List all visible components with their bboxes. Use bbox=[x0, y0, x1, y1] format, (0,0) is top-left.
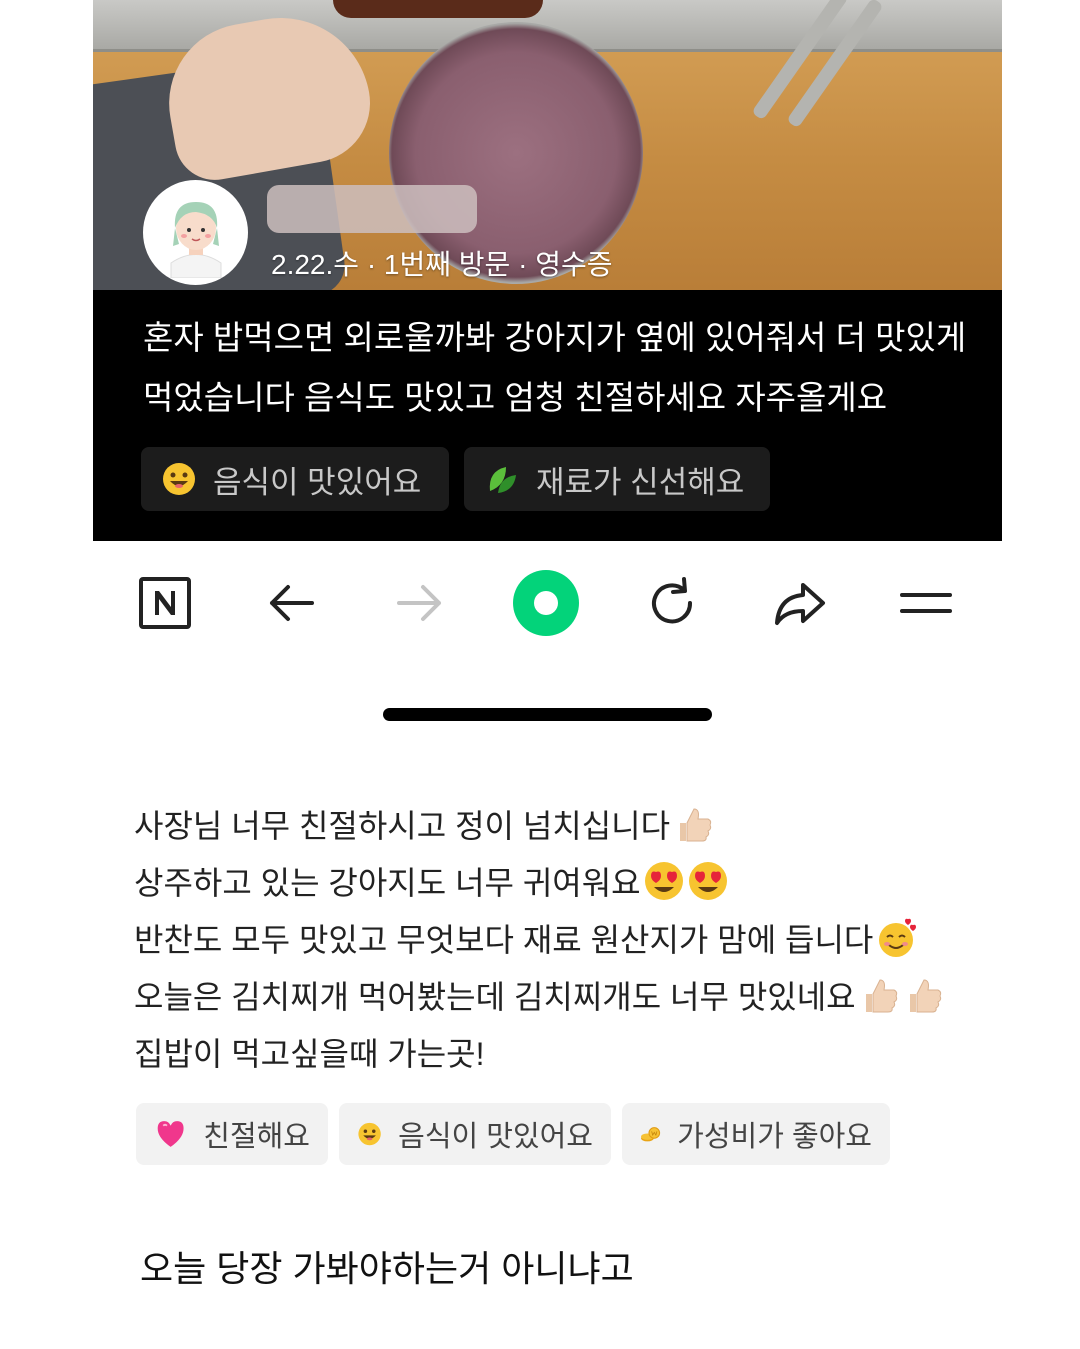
forward-button[interactable] bbox=[376, 560, 462, 646]
avatar-icon bbox=[151, 188, 240, 278]
share-button[interactable] bbox=[756, 560, 842, 646]
caption-text: 오늘 당장 가봐야하는거 아니냐고 bbox=[140, 1248, 634, 1289]
forward-arrow-icon bbox=[397, 585, 441, 621]
review-line-text: 오늘은 김치찌개 먹어봤는데 김치찌개도 너무 맛있네요 bbox=[134, 979, 856, 1015]
coins-icon bbox=[641, 1127, 661, 1142]
leaf-icon bbox=[489, 467, 516, 493]
keyword-chip-tasty[interactable]: 음식이 맛있어요 bbox=[141, 447, 449, 511]
keyword-chip-fresh[interactable]: 재료가 신선해요 bbox=[464, 447, 770, 511]
review-line-text: 상주하고 있는 강아지도 너무 귀여워요 bbox=[134, 865, 641, 901]
avatar[interactable] bbox=[143, 180, 248, 285]
soup-bowl bbox=[333, 0, 543, 18]
naver-home-button[interactable] bbox=[122, 560, 208, 646]
review-line: 상주하고 있는 강아지도 너무 귀여워요 bbox=[134, 855, 1034, 912]
thumbs-up-icon bbox=[909, 979, 941, 1013]
review-line-text: 사장님 너무 친절하시고 정이 넘치십니다 bbox=[134, 808, 671, 844]
back-arrow-icon bbox=[270, 585, 314, 621]
chip-label: 친절해요 bbox=[203, 1121, 310, 1153]
keyword-chip-kind[interactable]: 친절해요 bbox=[136, 1103, 328, 1165]
review-line: 오늘은 김치찌개 먹어봤는데 김치찌개도 너무 맛있네요 bbox=[134, 969, 1034, 1026]
naver-n-icon bbox=[139, 577, 191, 629]
review-text: 혼자 밥먹으면 외로울까봐 강아지가 옆에 있어줘서 더 맛있게 먹었습니다 음… bbox=[143, 308, 983, 428]
second-review-text: 사장님 너무 친절하시고 정이 넘치십니다 상주하고 있는 강아지도 너무 귀여… bbox=[134, 798, 1034, 1083]
home-indicator[interactable] bbox=[383, 708, 712, 721]
smiling-hearts-icon bbox=[879, 918, 917, 957]
review-line: 사장님 너무 친절하시고 정이 넘치십니다 bbox=[134, 798, 1034, 855]
back-button[interactable] bbox=[249, 560, 335, 646]
chip-label: 재료가 신선해요 bbox=[536, 464, 745, 500]
share-icon bbox=[775, 583, 825, 625]
review-line-text: 집밥이 먹고싶을때 가는곳! bbox=[134, 1036, 485, 1072]
refresh-icon bbox=[652, 577, 693, 624]
smiley-face-icon bbox=[358, 1122, 381, 1146]
review-line: 반찬도 모두 맛있고 무엇보다 재료 원산지가 맘에 듭니다 bbox=[134, 912, 1034, 969]
food-photo[interactable]: 2.22.수 · 1번째 방문 · 영수증 bbox=[93, 0, 1002, 290]
browser-toolbar bbox=[93, 560, 1002, 646]
top-review-card: 2.22.수 · 1번째 방문 · 영수증 혼자 밥먹으면 외로울까봐 강아지가… bbox=[93, 0, 1002, 541]
green-home-icon bbox=[513, 570, 579, 636]
green-home-button[interactable] bbox=[503, 560, 589, 646]
smiley-face-icon bbox=[163, 463, 195, 495]
review-line: 혼자 밥먹으면 외로울까봐 강아지가 옆에 있어줘서 더 맛있게 bbox=[143, 319, 967, 356]
menu-button[interactable] bbox=[883, 560, 969, 646]
heart-eyes-icon bbox=[644, 862, 683, 900]
blurred-username bbox=[267, 185, 477, 233]
review-line-text: 반찬도 모두 맛있고 무엇보다 재료 원산지가 맘에 듭니다 bbox=[134, 922, 874, 958]
heart-eyes-icon bbox=[688, 862, 727, 900]
keyword-chip-tasty[interactable]: 음식이 맛있어요 bbox=[339, 1103, 611, 1165]
thumbs-up-icon bbox=[865, 979, 897, 1013]
chip-label: 음식이 맛있어요 bbox=[398, 1121, 593, 1153]
chip-label: 음식이 맛있어요 bbox=[213, 464, 422, 500]
visit-meta: 2.22.수 · 1번째 방문 · 영수증 bbox=[271, 249, 613, 280]
chip-label: 가성비가 좋아요 bbox=[677, 1121, 872, 1153]
thumbs-up-icon bbox=[680, 808, 712, 842]
refresh-button[interactable] bbox=[629, 560, 715, 646]
keyword-chip-value[interactable]: 가성비가 좋아요 bbox=[622, 1103, 890, 1165]
menu-icon bbox=[900, 593, 952, 613]
review-line: 먹었습니다 음식도 맛있고 엄청 친절하세요 자주올게요 bbox=[143, 379, 888, 416]
pink-heart-icon bbox=[157, 1121, 184, 1147]
review-line: 집밥이 먹고싶을때 가는곳! bbox=[134, 1026, 1034, 1083]
